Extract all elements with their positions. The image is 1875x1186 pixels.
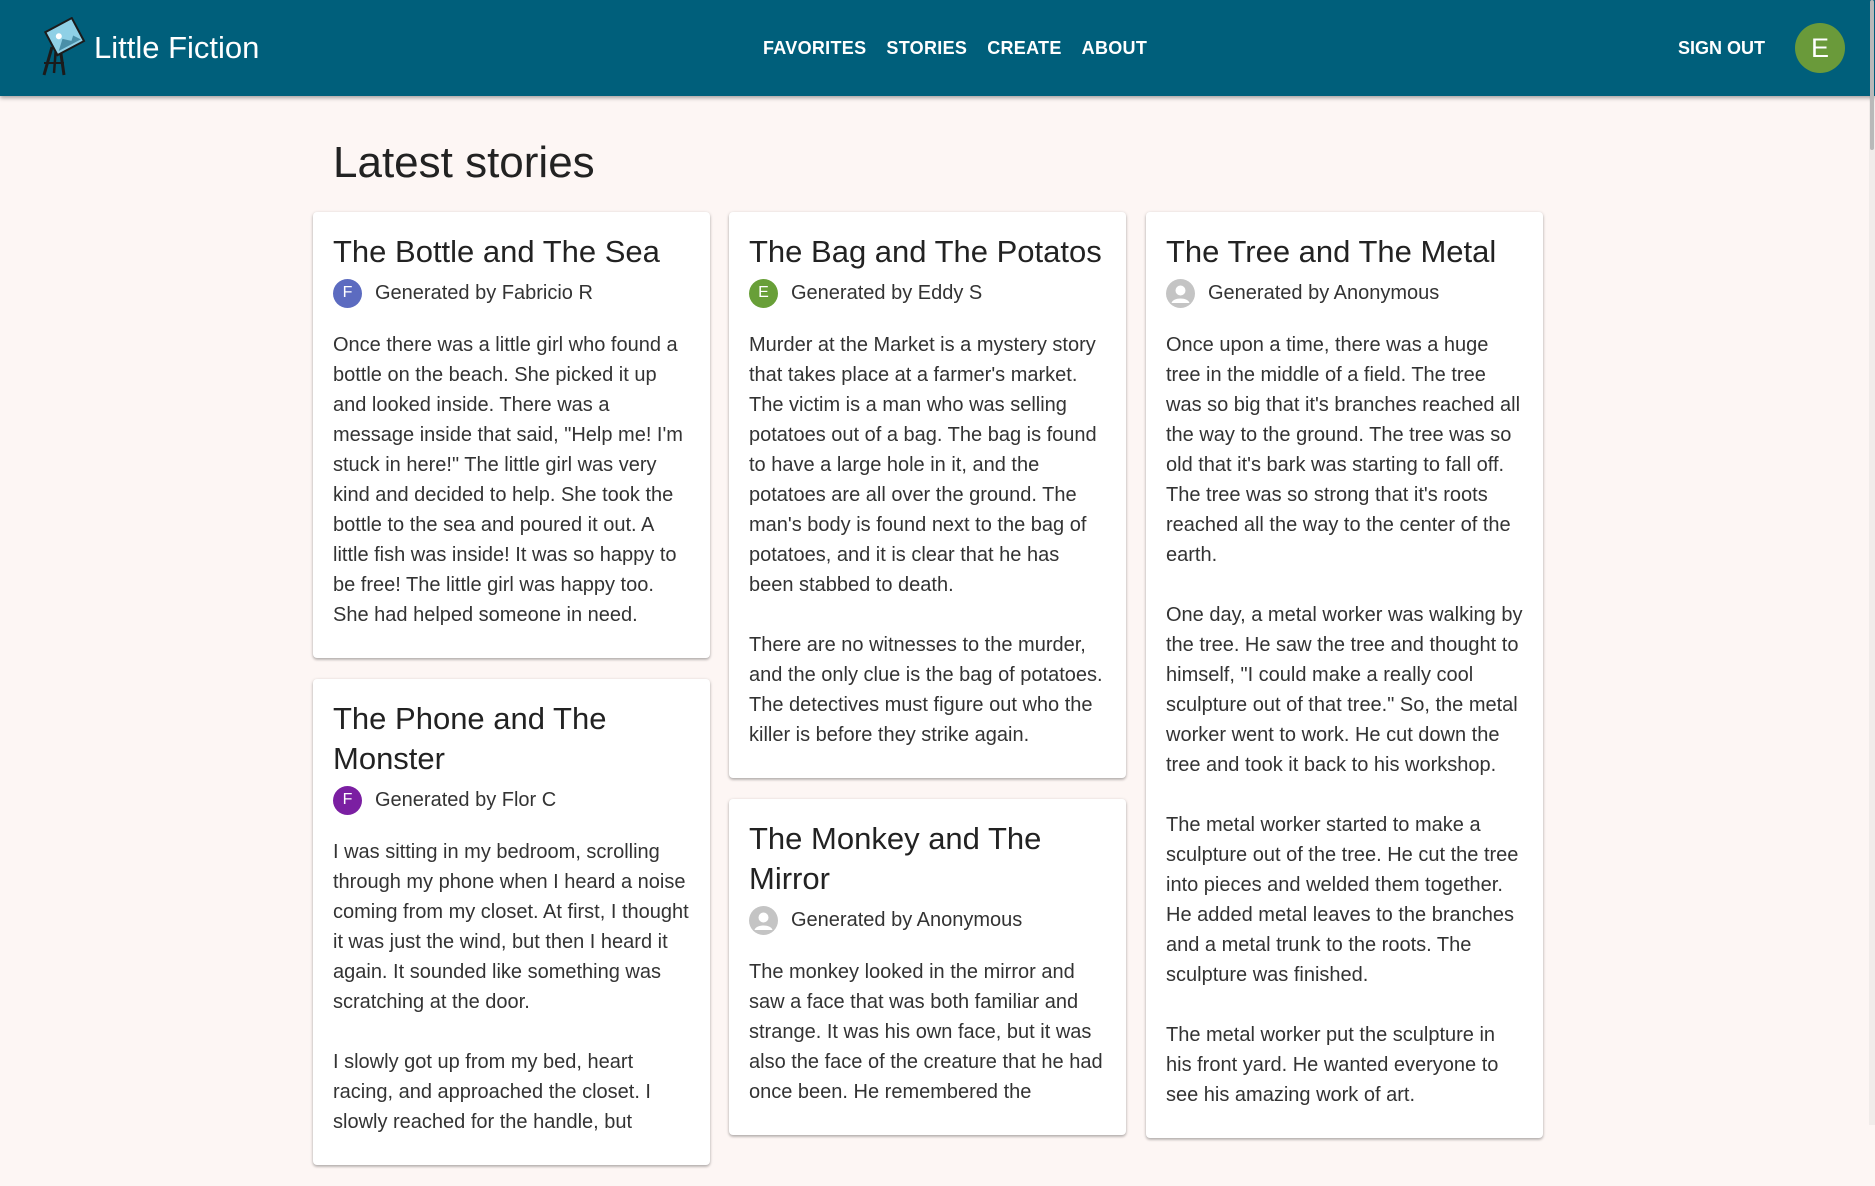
anonymous-avatar-icon: [749, 905, 778, 935]
story-column-1: The Bottle and The Sea F Generated by Fa…: [313, 212, 710, 1186]
story-text: I was sitting in my bedroom, scrolling t…: [333, 841, 689, 1133]
author-byline: Generated by Anonymous: [1208, 281, 1440, 304]
author-byline: Generated by Fabricio R: [375, 281, 593, 304]
story-title[interactable]: The Monkey and The Mirror: [749, 819, 1106, 899]
author-avatar: E: [749, 278, 778, 308]
author-byline: Generated by Eddy S: [791, 281, 983, 304]
story-card[interactable]: The Bag and The Potatos E Generated by E…: [729, 212, 1126, 778]
story-column-2: The Bag and The Potatos E Generated by E…: [729, 212, 1126, 1156]
app-bar: Little Fiction FAVORITES STORIES CREATE …: [0, 0, 1875, 96]
story-author: F Generated by Flor C: [333, 785, 690, 815]
author-avatar: F: [333, 278, 362, 308]
story-author: F Generated by Fabricio R: [333, 278, 690, 308]
author-byline: Generated by Flor C: [375, 788, 557, 811]
main-nav: FAVORITES STORIES CREATE ABOUT: [763, 0, 1147, 96]
story-column-3: The Tree and The Metal Generated by Anon…: [1146, 212, 1543, 1159]
person-icon: [754, 912, 773, 930]
app-name: Little Fiction: [94, 30, 260, 65]
story-author: Generated by Anonymous: [1166, 278, 1523, 308]
brand-home-link[interactable]: Little Fiction: [38, 16, 259, 80]
nav-create[interactable]: CREATE: [987, 38, 1061, 59]
story-author: E Generated by Eddy S: [749, 278, 1106, 308]
story-card[interactable]: The Phone and The Monster F Generated by…: [313, 679, 710, 1165]
story-card[interactable]: The Bottle and The Sea F Generated by Fa…: [313, 212, 710, 658]
story-text: The monkey looked in the mirror and saw …: [749, 961, 1103, 1103]
easel-icon: [42, 17, 86, 76]
scrollbar-thumb[interactable]: [1870, 0, 1874, 150]
page-scrollbar[interactable]: [1869, 0, 1875, 1125]
story-title[interactable]: The Tree and The Metal: [1166, 232, 1523, 272]
story-title[interactable]: The Bottle and The Sea: [333, 232, 690, 272]
story-title[interactable]: The Phone and The Monster: [333, 699, 690, 779]
story-card[interactable]: The Tree and The Metal Generated by Anon…: [1146, 212, 1543, 1138]
nav-about[interactable]: ABOUT: [1082, 38, 1148, 59]
page-title: Latest stories: [333, 138, 595, 187]
story-text: Murder at the Market is a mystery story …: [749, 334, 1103, 746]
sign-out-button[interactable]: SIGN OUT: [1678, 0, 1765, 96]
story-author: Generated by Anonymous: [749, 905, 1106, 935]
nav-stories[interactable]: STORIES: [886, 38, 967, 59]
story-text: Once upon a time, there was a huge tree …: [1166, 334, 1523, 1106]
author-byline: Generated by Anonymous: [791, 908, 1023, 931]
story-text: Once there was a little girl who found a…: [333, 334, 683, 626]
person-icon: [1171, 285, 1190, 303]
nav-favorites[interactable]: FAVORITES: [763, 38, 866, 59]
story-title[interactable]: The Bag and The Potatos: [749, 232, 1106, 272]
story-card[interactable]: The Monkey and The Mirror Generated by A…: [729, 799, 1126, 1135]
user-avatar[interactable]: E: [1795, 23, 1845, 73]
anonymous-avatar-icon: [1166, 278, 1195, 308]
author-avatar: F: [333, 785, 362, 815]
